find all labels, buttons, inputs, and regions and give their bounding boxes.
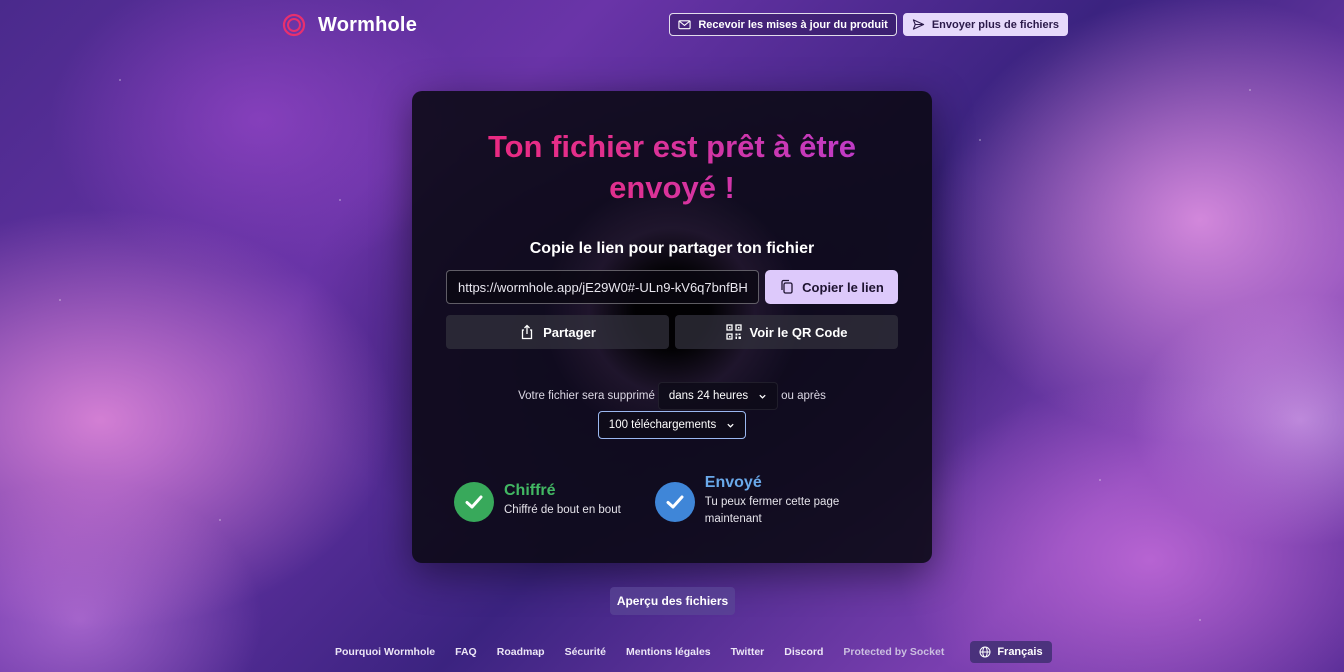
product-updates-button[interactable]: Recevoir les mises à jour du produit (669, 13, 897, 36)
copy-link-button[interactable]: Copier le lien (765, 270, 898, 304)
checkmark-icon (666, 495, 684, 509)
footer-link-why[interactable]: Pourquoi Wormhole (335, 646, 435, 658)
expiry-prefix: Votre fichier sera supprimé (518, 390, 655, 402)
brand-logo[interactable]: Wormhole (280, 11, 417, 39)
footer-link-twitter[interactable]: Twitter (731, 646, 765, 658)
link-row: Copier le lien (446, 270, 898, 304)
expiry-middle: ou après (781, 390, 826, 402)
product-updates-label: Recevoir les mises à jour du produit (698, 18, 888, 31)
mail-icon (678, 20, 691, 30)
file-preview-button[interactable]: Aperçu des fichiers (610, 587, 735, 615)
language-selector[interactable]: Français (970, 641, 1052, 663)
page-title: Ton fichier est prêt à être envoyé ! (412, 126, 932, 208)
expiry-time-value: dans 24 heures (668, 390, 749, 402)
footer-link-discord[interactable]: Discord (784, 646, 823, 658)
share-link-input[interactable] (446, 270, 759, 304)
feature-title: Envoyé (704, 474, 762, 491)
language-label: Français (997, 646, 1043, 658)
feature-description: Tu peux fermer cette page maintenant (704, 496, 840, 525)
sent-check (654, 482, 695, 522)
footer-link-faq[interactable]: FAQ (455, 646, 477, 658)
status-features: Chiffré Chiffré de bout en bout Envoyé T… (454, 474, 855, 528)
share-card: Ton fichier est prêt à être envoyé ! Cop… (412, 91, 932, 563)
checkmark-icon (465, 495, 483, 509)
feature-encrypted: Chiffré Chiffré de bout en bout (454, 474, 621, 528)
share-label: Partager (543, 324, 596, 340)
footer-link-socket[interactable]: Protected by Socket (843, 646, 944, 658)
feature-description: Chiffré de bout en bout (504, 504, 621, 516)
action-row: Partager Voir le QR Code (446, 315, 898, 349)
footer-link-security[interactable]: Sécurité (565, 646, 606, 658)
share-subtitle: Copie le lien pour partager ton fichier (529, 240, 815, 257)
chevron-down-icon (727, 423, 734, 428)
send-more-files-label: Envoyer plus de fichiers (931, 18, 1059, 31)
view-qr-code-label: Voir le QR Code (749, 324, 848, 340)
qr-code-icon (725, 324, 742, 340)
download-limit-select[interactable]: 100 téléchargements (597, 411, 747, 439)
expiry-settings: Votre fichier sera supprimé dans 24 heur… (412, 382, 932, 439)
download-limit-value: 100 téléchargements (608, 419, 717, 431)
feature-sent: Envoyé Tu peux fermer cette page mainten… (654, 474, 855, 528)
copy-link-label: Copier le lien (802, 279, 884, 295)
send-more-files-button[interactable]: Envoyer plus de fichiers (902, 13, 1068, 36)
footer-link-legal[interactable]: Mentions légales (626, 646, 711, 658)
header-actions: Recevoir les mises à jour du produit Env… (669, 13, 1068, 36)
share-icon (521, 324, 533, 340)
expiry-time-select[interactable]: dans 24 heures (657, 382, 779, 410)
clipboard-icon (781, 279, 793, 294)
brand-name: Wormhole (318, 13, 418, 36)
send-icon (912, 19, 925, 30)
footer-link-roadmap[interactable]: Roadmap (497, 646, 545, 658)
globe-icon (979, 646, 991, 658)
feature-title: Chiffré (504, 482, 556, 499)
view-qr-code-button[interactable]: Voir le QR Code (675, 315, 898, 349)
chevron-down-icon (759, 394, 766, 399)
encrypted-check (454, 482, 494, 522)
share-button[interactable]: Partager (446, 315, 669, 349)
wormhole-logo-icon (282, 13, 306, 37)
footer: Pourquoi Wormhole FAQ Roadmap Sécurité M… (335, 641, 1052, 663)
